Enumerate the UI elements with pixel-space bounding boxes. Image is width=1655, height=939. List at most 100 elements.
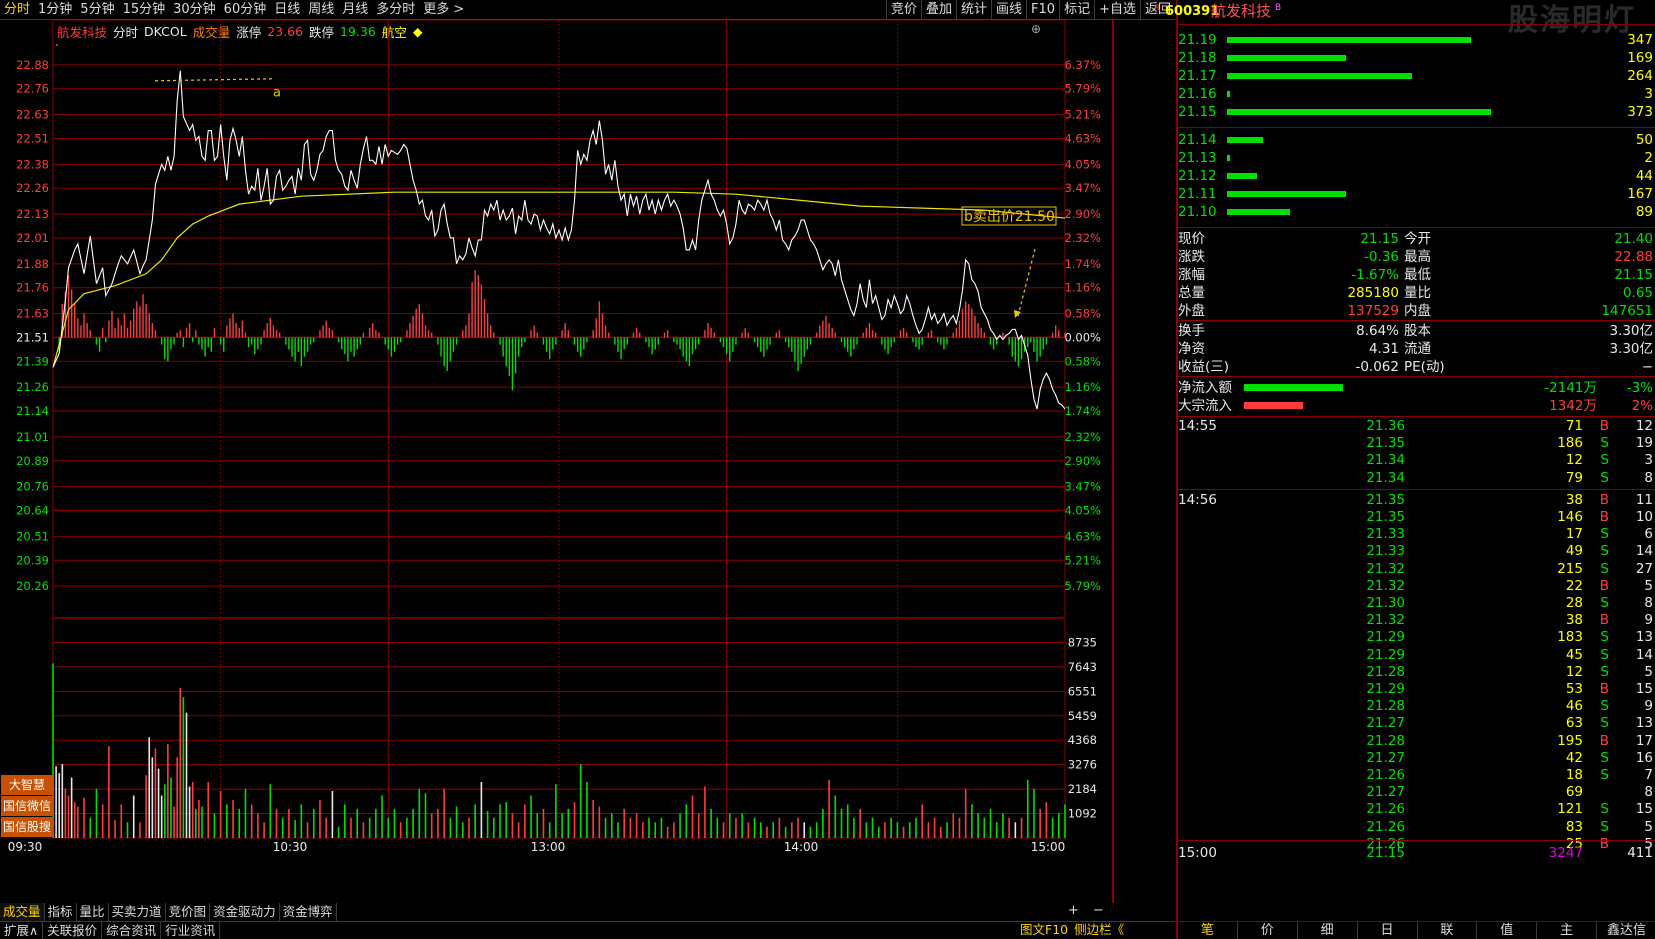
- stat-label: PE(动): [1404, 359, 1445, 375]
- price-tick-label: 21.88: [16, 257, 49, 271]
- indicator-tab-3[interactable]: 买卖力道: [109, 903, 166, 921]
- indicator-tab-6[interactable]: 资金博弈: [280, 903, 337, 921]
- sidebar-btn-weixin[interactable]: 国信微信: [1, 796, 53, 816]
- tick-volume: 186: [1557, 435, 1583, 452]
- info-tab-1[interactable]: 关联报价: [43, 922, 103, 939]
- sidebar-btn-gusou[interactable]: 国信股搜: [1, 817, 53, 837]
- flow-value: -2141万: [1544, 380, 1597, 396]
- stat-label: 流通: [1404, 341, 1431, 357]
- tick-price: 21.35: [1366, 509, 1405, 525]
- quote-tab-6[interactable]: 主: [1537, 922, 1598, 939]
- stat-label: 现价: [1178, 231, 1205, 247]
- ask-volume: 264: [1627, 68, 1653, 84]
- stat2-row: 换手 8.64% 股本 3.30亿: [1178, 322, 1655, 340]
- quote-tab-0[interactable]: 笔: [1178, 922, 1238, 939]
- tick-side: S: [1600, 767, 1609, 783]
- tick-volume: 46: [1565, 698, 1583, 715]
- quote-tab-2[interactable]: 细: [1298, 922, 1358, 939]
- indicator-tab-0[interactable]: 成交量: [0, 903, 45, 921]
- sidebar-btn-dazhihui[interactable]: 大智慧: [1, 775, 53, 795]
- quote-tab-5[interactable]: 值: [1477, 922, 1538, 939]
- price-tick-label: 22.76: [16, 82, 49, 96]
- quote-tab-1[interactable]: 价: [1238, 922, 1298, 939]
- stat-value: 285180: [1347, 285, 1399, 301]
- annotation-line-a: [154, 78, 274, 82]
- pct-tick-label: 3.47%: [1064, 480, 1101, 494]
- tab-period-8[interactable]: 月线: [338, 0, 372, 20]
- tick-row: 21.34 12 S 3: [1178, 452, 1655, 469]
- tick-row: 14:55 21.36 71 B 12: [1178, 418, 1655, 435]
- toolbar-btn-5[interactable]: 标记: [1059, 0, 1094, 20]
- tick-count: 12: [1635, 418, 1653, 434]
- tick-side: B: [1599, 418, 1609, 434]
- tick-row: 21.34 79 S 8: [1178, 470, 1655, 487]
- intraday-chart[interactable]: 22.88 6.37% 22.76 5.79% 22.63 5.21% 22.51 4.63%…: [0, 20, 1115, 903]
- toolbar-btn-0[interactable]: 竞价: [885, 0, 921, 20]
- tick-row: 21.27 69 8: [1178, 784, 1655, 801]
- quote-tab-4[interactable]: 联: [1418, 922, 1478, 939]
- tab-period-4[interactable]: 30分钟: [169, 0, 220, 20]
- pct-tick-label: 2.90%: [1064, 454, 1101, 468]
- tick-price: 21.28: [1366, 698, 1405, 715]
- tick-side: S: [1600, 646, 1609, 663]
- annotation-label-b: b卖出价21.50: [964, 209, 1055, 225]
- tick-volume: 18: [1565, 767, 1583, 783]
- toolbar-btn-6[interactable]: +自选: [1094, 0, 1140, 20]
- bid-volume-bar: [1227, 155, 1231, 161]
- zoom-out-button[interactable]: −: [1093, 903, 1104, 918]
- ask-row: 21.17 264: [1178, 67, 1655, 85]
- stat-value: -0.36: [1364, 249, 1399, 265]
- tick-volume: 63: [1565, 715, 1583, 732]
- info-tab-2[interactable]: 综合资讯: [102, 922, 162, 939]
- pct-tick-label: 4.63%: [1064, 529, 1101, 543]
- zoom-in-button[interactable]: +: [1068, 903, 1079, 918]
- sidebar-toggle[interactable]: 侧边栏《: [1071, 921, 1127, 939]
- tab-period-10[interactable]: 更多 >: [419, 0, 468, 20]
- annotation-arrow-b: [1017, 248, 1036, 317]
- stat-value: 147651: [1601, 303, 1653, 319]
- tab-period-2[interactable]: 5分钟: [76, 0, 118, 20]
- info-tab-0[interactable]: 扩展∧: [0, 922, 44, 939]
- tick-volume: 49: [1565, 543, 1583, 560]
- indicator-tab-2[interactable]: 量比: [77, 903, 109, 921]
- annotation-label-a: a: [273, 86, 281, 101]
- pct-tick-label: 4.05%: [1064, 504, 1101, 518]
- volume-tick-label: 2184: [1068, 782, 1097, 796]
- tab-period-3[interactable]: 15分钟: [119, 0, 170, 20]
- info-tab-3[interactable]: 行业资讯: [161, 922, 221, 939]
- price-tick-label: 21.76: [16, 281, 49, 295]
- tick-volume: 17: [1565, 526, 1583, 543]
- tick-side: S: [1600, 435, 1609, 452]
- indicator-tab-4[interactable]: 竞价图: [166, 903, 211, 921]
- toolbar-btn-1[interactable]: 叠加: [920, 0, 956, 20]
- toolbar-btn-2[interactable]: 统计: [956, 0, 991, 20]
- toolbar-btn-4[interactable]: F10: [1026, 0, 1059, 20]
- tick-price: 21.35: [1366, 491, 1405, 508]
- stock-title: 航发科技: [1211, 2, 1272, 20]
- tab-period-1[interactable]: 1分钟: [34, 0, 76, 20]
- tab-period-6[interactable]: 日线: [270, 0, 304, 20]
- stat-value: 22.88: [1614, 249, 1653, 265]
- bid-volume: 167: [1627, 186, 1653, 202]
- price-tick-label: 22.13: [16, 207, 49, 221]
- indicator-tab-5[interactable]: 资金驱动力: [210, 903, 280, 921]
- indicator-tab-1[interactable]: 指标: [45, 903, 77, 921]
- tick-price: 21.29: [1366, 646, 1405, 663]
- toolbar-btn-3[interactable]: 画线: [991, 0, 1026, 20]
- f10-link[interactable]: 图文F10: [1017, 921, 1071, 939]
- tick-volume: 22: [1565, 577, 1583, 594]
- tick-count: 13: [1635, 715, 1653, 732]
- indicator-tabs: 成交量 指标 量比 买卖力道 竞价图 资金驱动力 资金博弈: [0, 903, 337, 921]
- tick-row: 21.35 146 B 10: [1178, 509, 1655, 526]
- tab-period-7[interactable]: 周线: [304, 0, 338, 20]
- tick-count: 6: [1644, 526, 1653, 543]
- tick-price: 21.34: [1366, 469, 1405, 486]
- quote-tab-3[interactable]: 日: [1358, 922, 1418, 939]
- tab-period-0[interactable]: 分时: [0, 0, 34, 20]
- tab-period-9[interactable]: 多分时: [372, 0, 419, 20]
- price-tick-label: 22.63: [16, 108, 49, 122]
- quote-tab-7[interactable]: 鑫达信: [1597, 922, 1655, 939]
- tab-period-5[interactable]: 60分钟: [220, 0, 271, 20]
- tick-row: 21.26 83 S 5: [1178, 819, 1655, 836]
- tick-side: B: [1599, 491, 1609, 508]
